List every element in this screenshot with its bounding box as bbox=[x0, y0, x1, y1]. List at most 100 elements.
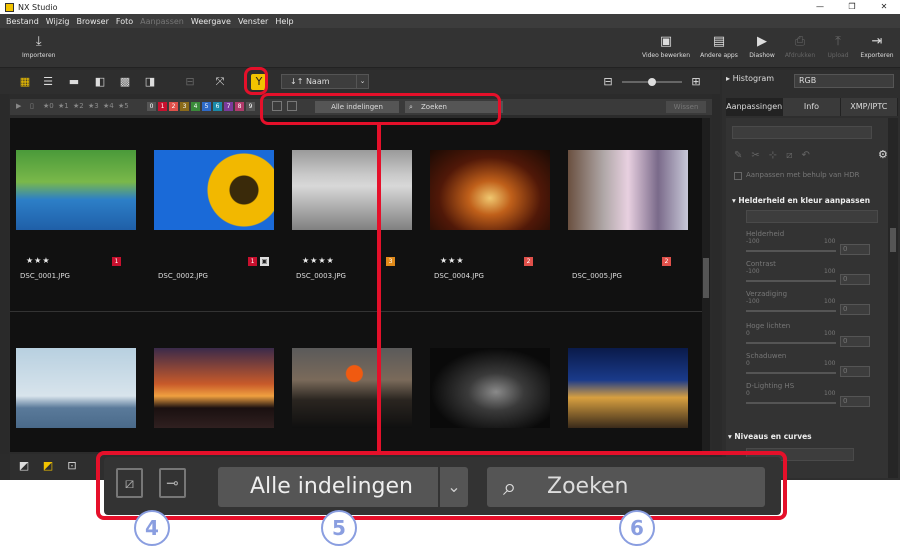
label-filter[interactable]: 1 bbox=[158, 102, 167, 111]
rating-0[interactable]: ★0 bbox=[43, 102, 54, 110]
rating-2[interactable]: ★2 bbox=[73, 102, 84, 110]
shadows-value[interactable]: 0 bbox=[840, 366, 870, 377]
photo-cell[interactable]: 1 ▣ DSC_0002.JPG bbox=[154, 150, 274, 280]
brightness-value[interactable]: 0 bbox=[840, 244, 870, 255]
contrast-value[interactable]: 0 bbox=[840, 274, 870, 285]
other-apps-button[interactable]: ▤ Andere apps bbox=[698, 34, 740, 59]
print-button[interactable]: ⎙ Afdrukken bbox=[782, 34, 818, 59]
photo-cell[interactable] bbox=[292, 348, 412, 428]
play-small-icon[interactable]: ▶ bbox=[16, 102, 21, 110]
photo-cell[interactable] bbox=[16, 348, 136, 428]
photo-thumbnail[interactable] bbox=[430, 150, 550, 230]
histogram-mode-select[interactable]: RGB bbox=[794, 74, 894, 88]
label-filter[interactable]: 4 bbox=[191, 102, 200, 111]
import-button[interactable]: ⤓ Importeren bbox=[22, 34, 55, 59]
left-collapse-strip[interactable] bbox=[0, 94, 9, 454]
panel-scroll-thumb[interactable] bbox=[890, 228, 896, 252]
single-view-icon[interactable]: ▬ bbox=[66, 74, 82, 90]
menu-browser[interactable]: Browser bbox=[76, 17, 108, 26]
rating-4[interactable]: ★4 bbox=[103, 102, 114, 110]
label-filter[interactable]: 2 bbox=[169, 102, 178, 111]
photo-thumbnail[interactable] bbox=[154, 150, 274, 230]
rating-1[interactable]: ★1 bbox=[58, 102, 69, 110]
menu-venster[interactable]: Venster bbox=[238, 17, 268, 26]
rating-3[interactable]: ★3 bbox=[88, 102, 99, 110]
scroll-thumb[interactable] bbox=[703, 258, 709, 298]
upload-button[interactable]: ⤒ Upload bbox=[822, 34, 854, 59]
menu-wijzig[interactable]: Wijzig bbox=[46, 17, 70, 26]
grid-scrollbar[interactable] bbox=[702, 118, 710, 452]
right-collapse-strip[interactable] bbox=[712, 94, 720, 454]
photo-thumbnail[interactable] bbox=[16, 348, 136, 428]
maximize-button[interactable]: ❒ bbox=[836, 0, 868, 14]
zoom-in-icon[interactable]: ⊞ bbox=[688, 74, 704, 90]
section-levels[interactable]: ▾ Niveaus en curves bbox=[728, 432, 812, 441]
lock-small-icon[interactable]: ▯ bbox=[30, 102, 34, 110]
photo-cell[interactable]: ★★★ 2 DSC_0004.JPG bbox=[430, 150, 550, 280]
photo-cell[interactable]: 2 DSC_0005.JPG bbox=[568, 150, 688, 280]
photo-thumbnail[interactable] bbox=[292, 150, 412, 230]
align-icon[interactable]: ⊟ bbox=[182, 74, 198, 90]
compare-view-icon[interactable]: ◧ bbox=[92, 74, 108, 90]
minimize-button[interactable]: — bbox=[804, 0, 836, 14]
split-view-icon[interactable]: ◨ bbox=[142, 74, 158, 90]
section-brightness[interactable]: ▾ Helderheid en kleur aanpassen bbox=[732, 196, 870, 205]
label-filter[interactable]: 0 bbox=[147, 102, 156, 111]
format-filter-select[interactable]: Alle indelingen ⌄ bbox=[218, 467, 468, 507]
search-input[interactable]: ⌕ Zoeken bbox=[487, 467, 765, 507]
photo-thumbnail[interactable] bbox=[430, 348, 550, 428]
photo-thumbnail[interactable] bbox=[568, 150, 688, 230]
saturation-value[interactable]: 0 bbox=[840, 304, 870, 315]
key-icon[interactable]: ⊸ bbox=[159, 468, 186, 498]
list-view-icon[interactable]: ☰ bbox=[40, 74, 56, 90]
slideshow-button[interactable]: ▶ Diashow bbox=[744, 34, 780, 59]
tab-aanpassingen[interactable]: Aanpassingen bbox=[726, 98, 784, 116]
menu-weergave[interactable]: Weergave bbox=[191, 17, 231, 26]
contrast-slider[interactable] bbox=[746, 280, 836, 282]
preset-select[interactable] bbox=[732, 126, 872, 139]
histogram-header[interactable]: ▸ Histogram bbox=[726, 74, 774, 83]
brightness-preset-select[interactable] bbox=[746, 210, 878, 223]
photo-cell[interactable] bbox=[154, 348, 274, 428]
edited-filter-icon[interactable]: ⧄ bbox=[116, 468, 143, 498]
grid-view-icon[interactable]: ▦ bbox=[17, 74, 33, 90]
photo-cell[interactable]: ★★★ 1 DSC_0001.JPG bbox=[16, 150, 136, 280]
export-button[interactable]: ⇥ Exporteren bbox=[858, 34, 896, 59]
video-edit-button[interactable]: ▣ Video bewerken bbox=[638, 34, 694, 59]
zoom-out-icon[interactable]: ⊟ bbox=[600, 74, 616, 90]
label-filter[interactable]: 6 bbox=[213, 102, 222, 111]
photo-thumbnail[interactable] bbox=[154, 348, 274, 428]
clear-button[interactable]: Wissen bbox=[666, 101, 706, 113]
label-filter[interactable]: 5 bbox=[202, 102, 211, 111]
menu-bestand[interactable]: Bestand bbox=[6, 17, 39, 26]
label-filter[interactable]: 8 bbox=[235, 102, 244, 111]
brightness-slider[interactable] bbox=[746, 250, 836, 252]
menu-aanpassen[interactable]: Aanpassen bbox=[140, 17, 184, 26]
label-filter[interactable]: 7 bbox=[224, 102, 233, 111]
menu-help[interactable]: Help bbox=[275, 17, 293, 26]
highlights-slider[interactable] bbox=[746, 342, 836, 344]
shadows-slider[interactable] bbox=[746, 372, 836, 374]
photo-cell[interactable] bbox=[568, 348, 688, 428]
saturation-slider[interactable] bbox=[746, 310, 836, 312]
d-lighting-slider[interactable] bbox=[746, 402, 836, 404]
slider-handle[interactable] bbox=[648, 78, 656, 86]
gear-icon[interactable]: ⚙ bbox=[878, 148, 888, 161]
photo-cell[interactable]: ★★★★ 3 DSC_0003.JPG bbox=[292, 150, 412, 280]
tab-info[interactable]: Info bbox=[783, 98, 841, 116]
thumbnail-size-slider[interactable] bbox=[622, 78, 682, 86]
label-filter[interactable]: 3 bbox=[180, 102, 189, 111]
stack-icon[interactable]: ◩ bbox=[16, 458, 32, 474]
label-filter[interactable]: 9 bbox=[246, 102, 255, 111]
frame-icon[interactable]: ⊡ bbox=[64, 458, 80, 474]
photo-thumbnail[interactable] bbox=[568, 348, 688, 428]
photo-thumbnail[interactable] bbox=[16, 150, 136, 230]
photo-cell[interactable] bbox=[430, 348, 550, 428]
hdr-checkbox[interactable] bbox=[734, 172, 742, 180]
panel-scrollbar[interactable] bbox=[888, 118, 898, 478]
menu-foto[interactable]: Foto bbox=[116, 17, 133, 26]
close-button[interactable]: ✕ bbox=[868, 0, 900, 14]
filmstrip-view-icon[interactable]: ▩ bbox=[117, 74, 133, 90]
fullscreen-icon[interactable]: ⤧ bbox=[212, 74, 228, 90]
tab-xmp-iptc[interactable]: XMP/IPTC bbox=[840, 98, 898, 116]
